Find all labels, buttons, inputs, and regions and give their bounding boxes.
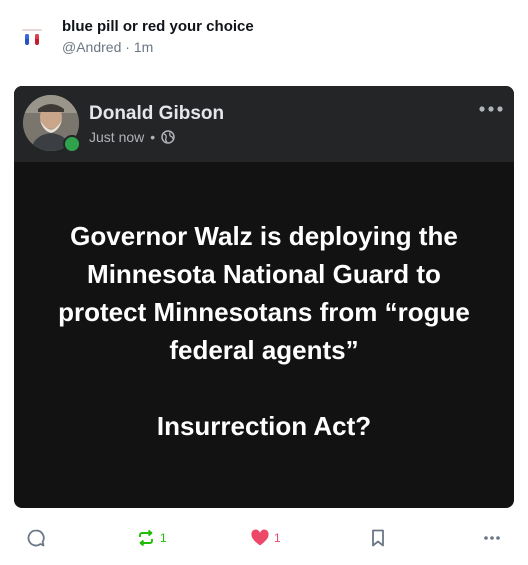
bookmark-icon bbox=[372, 529, 384, 547]
like-button[interactable]: 1 bbox=[250, 522, 281, 554]
embed-body: Governor Walz is deploying the Minnesota… bbox=[14, 162, 514, 508]
author-handle[interactable]: @Andred bbox=[62, 39, 121, 55]
more-icon bbox=[484, 536, 500, 540]
reply-button[interactable] bbox=[26, 522, 50, 554]
embedded-post-image[interactable]: Donald Gibson Just now • Governor Walz i… bbox=[14, 86, 514, 508]
embed-author-name: Donald Gibson bbox=[89, 103, 225, 124]
action-bar: 1 1 bbox=[0, 522, 528, 554]
repost-icon bbox=[139, 529, 153, 547]
repost-count: 1 bbox=[160, 531, 167, 545]
like-count: 1 bbox=[274, 531, 281, 545]
globe-icon bbox=[161, 130, 175, 144]
embed-post-text: Governor Walz is deploying the Minnesota… bbox=[58, 221, 470, 441]
author-avatar[interactable] bbox=[14, 18, 50, 54]
author-name[interactable]: blue pill or red your choice bbox=[62, 18, 254, 35]
heart-icon bbox=[251, 529, 269, 546]
embed-time: Just now bbox=[89, 129, 145, 145]
embed-header: Donald Gibson Just now • bbox=[14, 86, 514, 162]
pill-icon bbox=[22, 29, 42, 45]
embed-meta: Just now • bbox=[89, 129, 175, 145]
meta-separator: · bbox=[125, 39, 130, 55]
post-header: blue pill or red your choice @Andred · 1… bbox=[0, 0, 528, 70]
online-status-dot bbox=[63, 135, 81, 153]
embed-more-icon bbox=[479, 106, 503, 112]
post-time[interactable]: 1m bbox=[134, 39, 153, 55]
embed-dot: • bbox=[150, 129, 156, 145]
repost-button[interactable]: 1 bbox=[136, 522, 167, 554]
bookmark-button[interactable] bbox=[369, 522, 387, 554]
embed-avatar-wrap bbox=[23, 95, 81, 153]
author-meta: @Andred · 1m bbox=[62, 39, 153, 55]
reply-icon bbox=[27, 529, 45, 547]
more-options-button[interactable] bbox=[482, 522, 502, 554]
